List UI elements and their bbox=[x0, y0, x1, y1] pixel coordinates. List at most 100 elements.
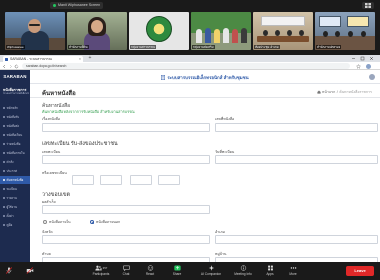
participant-figure bbox=[287, 30, 292, 36]
breadcrumb-current: ค้นหาหนังสือราชการ bbox=[339, 90, 372, 94]
sidebar-item[interactable]: หนังสือรับ bbox=[0, 113, 30, 121]
province-select[interactable] bbox=[42, 235, 210, 244]
more-button[interactable]: More bbox=[280, 264, 306, 276]
react-button[interactable]: React bbox=[137, 264, 163, 276]
share-button[interactable]: Share bbox=[164, 264, 190, 276]
url-field[interactable]: saraban.dopa.go.th/search bbox=[22, 63, 350, 69]
sidebar-item[interactable]: ประกาศ bbox=[0, 167, 30, 175]
app-logo[interactable]: SARABAN bbox=[0, 70, 30, 84]
sidebar-item[interactable]: หน้าหลัก bbox=[0, 104, 30, 112]
reg-number-input[interactable] bbox=[42, 155, 210, 164]
sidebar-item-label: หนังสือเวียน bbox=[6, 133, 23, 137]
sidebar-item-label: รายงาน bbox=[6, 196, 17, 200]
browser-tab-bar: SARABAN - ระบบสารบรรณ × + bbox=[0, 55, 380, 62]
screen-share-indicator[interactable]: Manit Wiphusanee Screen bbox=[50, 2, 104, 9]
breadcrumb: หน้าแรก / ค้นหาหนังสือราชการ bbox=[316, 89, 372, 95]
app-header: SARABAN ระบบสารบรรณอิเล็กทรอนิกส์ สำหรับ… bbox=[0, 70, 380, 84]
sidebar-item[interactable]: หนังสือเวียน bbox=[0, 131, 30, 139]
radio-external-label: หนังสือภายนอก bbox=[96, 220, 121, 224]
sidebar-item[interactable]: ผู้ใช้งาน bbox=[0, 203, 30, 211]
breadcrumb-home[interactable]: หน้าแรก bbox=[322, 89, 335, 95]
more-label: More bbox=[289, 272, 297, 276]
participant-figure bbox=[263, 30, 268, 36]
video-tile[interactable]: Wiphusanee bbox=[5, 12, 65, 50]
participant-figure bbox=[232, 29, 238, 43]
doc-number-input[interactable] bbox=[215, 123, 378, 132]
profile-avatar-icon[interactable] bbox=[366, 63, 371, 69]
sidebar-item[interactable]: ร่างหนังสือ bbox=[0, 140, 30, 148]
zoom-gallery-strip: Manit Wiphusanee Screen Wiphusanee สำนัก… bbox=[0, 0, 380, 55]
title-divider bbox=[30, 97, 380, 98]
participant-figure bbox=[299, 30, 304, 36]
result-input[interactable] bbox=[42, 205, 210, 214]
sidebar-item[interactable]: ตั้งค่า bbox=[0, 212, 30, 220]
leave-button[interactable]: Leave bbox=[346, 266, 374, 276]
saraban-favicon-icon bbox=[5, 57, 8, 61]
search-hint: ค้นหาหนังสือหลังจากการรับหนังสือ สำหรับง… bbox=[42, 110, 135, 114]
reg-part-2-input[interactable] bbox=[100, 175, 122, 185]
bookmark-star-icon[interactable] bbox=[356, 63, 361, 69]
sidebar-item[interactable]: ทะเบียน bbox=[0, 185, 30, 193]
doc-number-label: เลขที่หนังสือ bbox=[215, 117, 235, 121]
forward-icon[interactable] bbox=[8, 64, 13, 69]
tile-name: สำนักงานที่ดิน bbox=[68, 45, 89, 49]
participants-button[interactable]: 357 Participants bbox=[88, 264, 114, 276]
reload-icon[interactable] bbox=[14, 64, 19, 69]
chat-button[interactable]: Chat bbox=[113, 264, 139, 276]
video-tile[interactable]: กลุ่มงานส่งเสริม bbox=[191, 12, 251, 50]
tab-close-icon[interactable]: × bbox=[79, 57, 81, 61]
sidebar-item-label: คู่มือ bbox=[6, 223, 13, 227]
reg-part-1-input[interactable] bbox=[72, 175, 94, 185]
participant-figure bbox=[205, 28, 211, 43]
sidebar-item-label: ทะเบียน bbox=[6, 187, 17, 191]
close-window-icon[interactable] bbox=[368, 56, 375, 61]
participant-figure bbox=[196, 29, 202, 43]
reg-part-4-input[interactable] bbox=[158, 175, 180, 185]
more-dots-icon bbox=[290, 266, 296, 269]
video-tile[interactable]: ห้องประชุม อำเภอ bbox=[253, 12, 313, 50]
minimize-icon[interactable] bbox=[350, 56, 357, 61]
participant-figure bbox=[361, 31, 366, 37]
sidebar-item[interactable]: หนังสือภายใน bbox=[0, 149, 30, 157]
reg-date-input[interactable] bbox=[215, 155, 378, 164]
sidebar-brand-subtitle: ระบบสารบรรณอิเล็กทรอนิกส์ bbox=[3, 92, 29, 95]
sidebar-item-label: ค้นหาหนังสือ bbox=[6, 178, 24, 182]
video-tile[interactable]: สำนักงานที่ดิน bbox=[67, 12, 127, 50]
participant-figure bbox=[323, 31, 328, 37]
sidebar-item-search-active[interactable]: ค้นหาหนังสือ bbox=[0, 176, 30, 184]
classroom-screen bbox=[347, 16, 369, 27]
sidebar-item[interactable]: หนังสือส่ง bbox=[0, 122, 30, 130]
meeting-info-button[interactable]: Meeting Info bbox=[228, 264, 258, 276]
participant-figure bbox=[348, 31, 353, 37]
browser-address-bar: saraban.dopa.go.th/search bbox=[0, 62, 380, 70]
ai-companion-button[interactable]: AI Companion bbox=[195, 264, 227, 276]
radio-circle[interactable] bbox=[90, 220, 94, 224]
participant-figure bbox=[241, 28, 247, 43]
radio-internal-label: หนังสือภายใน bbox=[49, 220, 71, 224]
participant-figure bbox=[275, 30, 280, 36]
react-smile-icon bbox=[147, 264, 153, 271]
video-tile[interactable]: กลุ่มงานสารบรรณ bbox=[129, 12, 189, 50]
participant-figure bbox=[214, 29, 220, 43]
new-tab-icon[interactable]: + bbox=[87, 55, 93, 62]
sidebar-item[interactable]: คู่มือ bbox=[0, 221, 30, 229]
maximize-icon[interactable] bbox=[359, 56, 366, 61]
radio-external[interactable]: หนังสือภายนอก bbox=[90, 219, 120, 225]
menu-bullet-icon bbox=[3, 107, 5, 109]
view-options-icon[interactable] bbox=[362, 2, 374, 9]
district-select[interactable] bbox=[215, 235, 378, 244]
sidebar-item[interactable]: คำสั่ง bbox=[0, 158, 30, 166]
subject-input[interactable] bbox=[42, 123, 210, 132]
back-icon[interactable] bbox=[2, 64, 7, 69]
radio-circle[interactable] bbox=[43, 220, 47, 224]
sidebar-item[interactable]: รายงาน bbox=[0, 194, 30, 202]
user-avatar[interactable] bbox=[369, 74, 375, 80]
radio-internal[interactable]: หนังสือภายใน bbox=[43, 219, 71, 225]
or-reg-number-label: หรือเลขทะเบียน bbox=[42, 171, 67, 175]
video-tile[interactable]: สำนักงานปกครอง bbox=[315, 12, 375, 50]
muted-mic-icon[interactable] bbox=[5, 267, 13, 274]
reg-part-3-input[interactable] bbox=[130, 175, 152, 185]
menu-bullet-icon bbox=[3, 170, 5, 172]
participant-figure bbox=[223, 28, 229, 43]
video-camera-icon[interactable] bbox=[26, 267, 34, 274]
